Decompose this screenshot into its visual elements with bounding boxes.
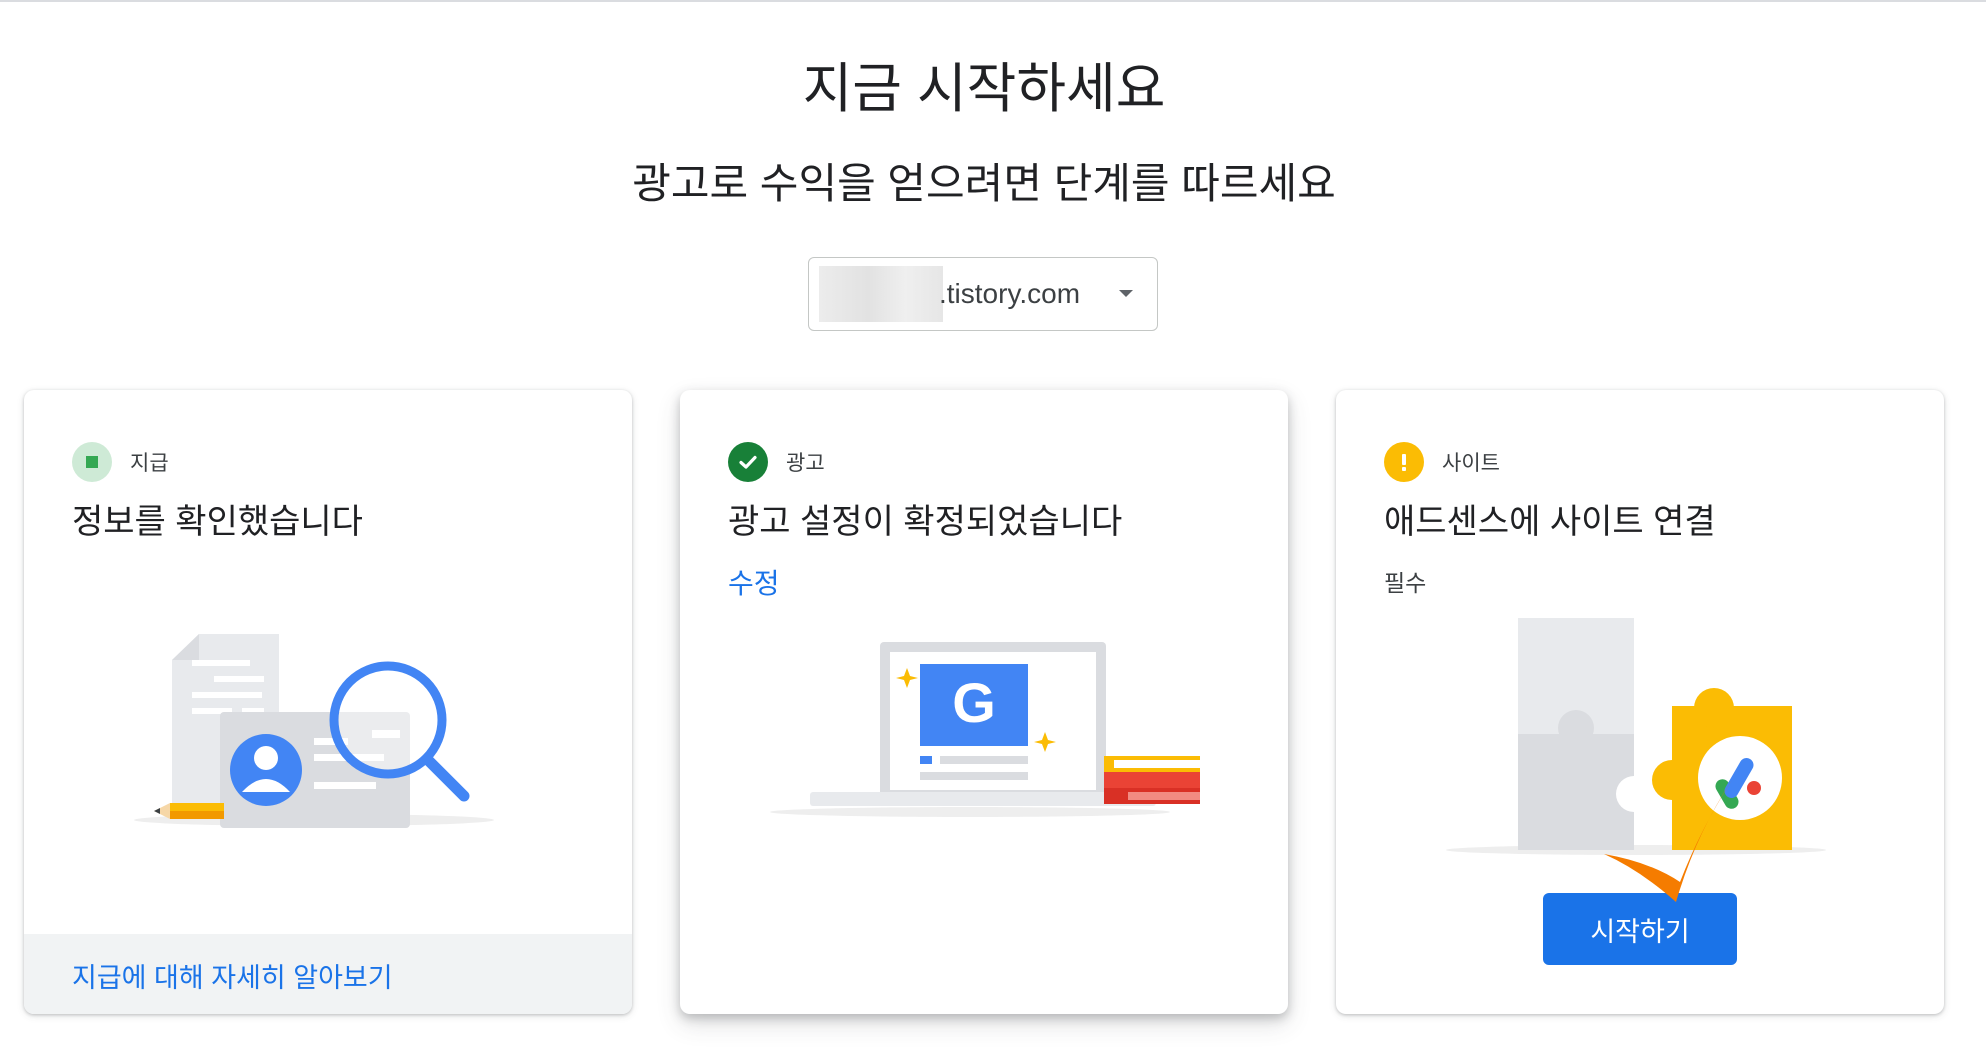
check-circle-icon	[728, 442, 768, 482]
sites-card-title: 애드센스에 사이트 연결	[1384, 503, 1716, 541]
sites-status: 사이트	[1384, 442, 1500, 482]
payments-status: 지급	[72, 442, 169, 482]
ads-card: 광고 광고 설정이 확정되었습니다 수정 G	[680, 390, 1288, 1014]
sites-status-label: 사이트	[1442, 452, 1500, 475]
payments-card: 지급 정보를 확인했습니다 지급에 대해 자세히 알아보기	[24, 390, 632, 1014]
edit-ads-link[interactable]: 수정	[728, 562, 780, 602]
ads-laptop-illustration: G	[770, 642, 1200, 817]
learn-more-payments-link[interactable]: 지급에 대해 자세히 알아보기	[72, 956, 393, 995]
site-selector-dropdown[interactable]: .tistory.com	[808, 257, 1158, 331]
redacted-site-name	[819, 266, 943, 322]
required-label: 필수	[1384, 570, 1427, 596]
svg-text:G: G	[952, 671, 996, 734]
payments-card-footer: 지급에 대해 자세히 알아보기	[24, 934, 632, 1014]
ads-card-title: 광고 설정이 확정되었습니다	[728, 503, 1123, 541]
identity-verification-illustration	[134, 634, 494, 828]
get-started-button[interactable]: 시작하기	[1543, 893, 1737, 965]
top-divider	[0, 0, 1986, 2]
sites-card: 사이트 애드센스에 사이트 연결 필수 시작하기	[1336, 390, 1944, 1014]
page-title: 지금 시작하세요	[802, 59, 1166, 119]
payments-status-label: 지급	[130, 452, 169, 475]
dropdown-arrow-icon	[1119, 290, 1133, 297]
square-pending-icon	[72, 442, 112, 482]
ads-status: 광고	[728, 442, 825, 482]
site-connect-puzzle-illustration	[1446, 618, 1826, 855]
warning-exclamation-icon	[1384, 442, 1424, 482]
ads-status-label: 광고	[786, 452, 825, 475]
page-subtitle: 광고로 수익을 얻으려면 단계를 따르세요	[632, 160, 1336, 207]
site-domain: .tistory.com	[939, 278, 1081, 309]
payments-card-title: 정보를 확인했습니다	[72, 503, 363, 541]
